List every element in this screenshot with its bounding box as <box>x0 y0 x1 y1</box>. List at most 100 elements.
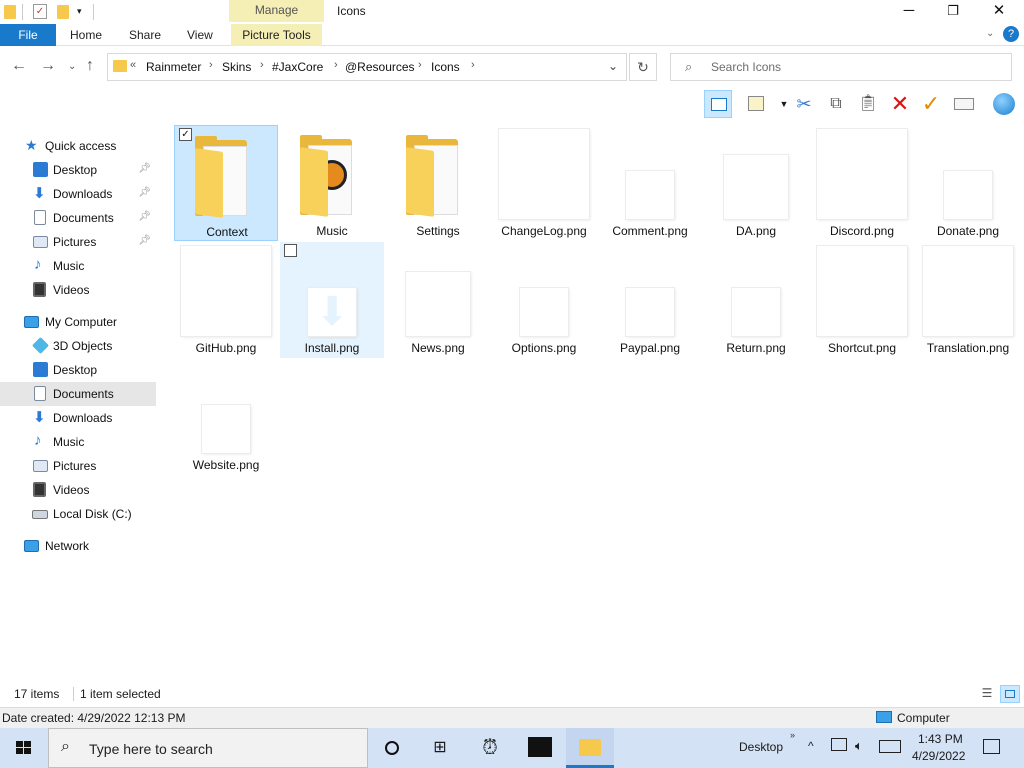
search-input[interactable]: ⌕ Search Icons <box>670 53 1012 81</box>
properties-button[interactable] <box>950 90 978 118</box>
breadcrumb-jaxcore[interactable]: #JaxCore <box>272 60 323 74</box>
help-icon[interactable]: ? <box>1003 26 1019 42</box>
breadcrumb-icons[interactable]: Icons <box>431 60 460 74</box>
view-layout-button[interactable] <box>742 90 770 118</box>
sidebar-item-downloads-pc[interactable]: ⬇ Downloads <box>0 406 156 430</box>
nav-my-computer[interactable]: My Computer <box>0 310 156 334</box>
folder-icon <box>113 60 127 72</box>
breadcrumb-resources[interactable]: @Resources <box>345 60 415 74</box>
nav-quick-access[interactable]: ★ Quick access <box>0 134 156 158</box>
file-tile-comment[interactable]: Comment.png <box>598 125 702 241</box>
maximize-button[interactable]: ❐ <box>930 0 976 24</box>
selection-checkbox[interactable] <box>284 244 297 257</box>
sidebar-item-videos-pc[interactable]: Videos <box>0 478 156 502</box>
details-view-icon[interactable]: ☰ <box>978 686 996 702</box>
clock-date[interactable]: 4/29/2022 <box>912 749 965 763</box>
properties-icon <box>954 98 974 110</box>
alarm-clock-icon[interactable]: ⏰︎ <box>466 728 514 768</box>
paste-icon[interactable]: 📋︎ <box>854 90 882 118</box>
address-dropdown-icon[interactable]: ⌄ <box>608 59 618 73</box>
file-tile-changelog[interactable]: ChangeLog.png <box>492 125 596 241</box>
file-tile-options[interactable]: Options.png <box>492 242 596 358</box>
breadcrumb-separator-icon[interactable]: › <box>471 59 475 71</box>
tab-view[interactable]: View <box>187 24 213 46</box>
nav-label: Downloads <box>53 187 113 201</box>
file-tile-return[interactable]: Return.png <box>704 242 808 358</box>
file-tile-donate[interactable]: Donate.png <box>916 125 1020 241</box>
minimize-button[interactable]: ─ <box>886 0 932 24</box>
start-button[interactable] <box>0 728 48 768</box>
sidebar-item-documents-pc[interactable]: Documents <box>0 382 156 406</box>
tab-home[interactable]: Home <box>70 24 102 46</box>
sidebar-item-pictures[interactable]: Pictures 📌︎ <box>0 230 156 254</box>
file-tile-translation[interactable]: Translation.png <box>916 242 1020 358</box>
delete-icon[interactable]: ✕ <box>886 90 914 118</box>
tab-picture-tools[interactable]: Picture Tools <box>231 24 322 46</box>
sidebar-item-downloads[interactable]: ⬇ Downloads 📌︎ <box>0 182 156 206</box>
file-tile-shortcut[interactable]: Shortcut.png <box>810 242 914 358</box>
sidebar-item-desktop-pc[interactable]: Desktop <box>0 358 156 382</box>
quick-access-dropdown-icon[interactable]: ▾ <box>77 6 82 17</box>
selection-checkbox[interactable]: ✓ <box>179 128 192 141</box>
desktop-toolbar-label[interactable]: Desktop <box>739 740 783 754</box>
sidebar-item-documents[interactable]: Documents 📌︎ <box>0 206 156 230</box>
file-explorer-taskbar-button[interactable] <box>566 728 614 768</box>
sidebar-item-music-pc[interactable]: ♪ Music <box>0 430 156 454</box>
sidebar-item-desktop[interactable]: Desktop 📌︎ <box>0 158 156 182</box>
file-tile-github[interactable]: GitHub.png <box>174 242 278 358</box>
photos-app-button[interactable] <box>516 728 564 768</box>
tab-file[interactable]: File <box>0 24 56 46</box>
file-tile-news[interactable]: News.png <box>386 242 490 358</box>
cortana-button[interactable] <box>368 728 416 768</box>
cut-icon[interactable]: ✂ <box>790 90 818 118</box>
address-bar[interactable]: « Rainmeter › Skins › #JaxCore › @Resour… <box>107 53 627 81</box>
image-thumbnail <box>202 405 250 453</box>
taskbar-search-input[interactable]: ⌕ Type here to search <box>48 728 368 768</box>
rename-check-icon[interactable]: ✓ <box>917 90 945 118</box>
file-tile-da[interactable]: DA.png <box>704 125 808 241</box>
breadcrumb-rainmeter[interactable]: Rainmeter <box>146 60 201 74</box>
network-icon[interactable] <box>831 738 847 751</box>
properties-icon[interactable]: ✓ <box>33 4 47 19</box>
file-tile-website[interactable]: Website.png <box>174 359 278 475</box>
notification-center-icon[interactable] <box>983 739 1000 754</box>
new-folder-icon[interactable] <box>57 5 69 19</box>
close-button[interactable]: ✕ <box>976 0 1022 24</box>
back-arrow-icon[interactable]: ← <box>11 57 27 75</box>
forward-arrow-icon[interactable]: → <box>40 57 56 75</box>
overflow-chevron-icon[interactable]: « <box>130 59 136 71</box>
preview-pane-button[interactable] <box>704 90 732 118</box>
breadcrumb-separator-icon[interactable]: › <box>418 59 422 71</box>
nav-network[interactable]: Network <box>0 534 156 558</box>
refresh-button[interactable]: ↻ <box>629 53 657 81</box>
large-icons-view-button[interactable] <box>1000 685 1020 703</box>
tab-share[interactable]: Share <box>129 24 161 46</box>
show-hidden-icons-icon[interactable]: ^ <box>808 739 814 753</box>
breadcrumb-separator-icon[interactable]: › <box>334 59 338 71</box>
up-arrow-icon[interactable]: ↑ <box>86 57 94 75</box>
breadcrumb-separator-icon[interactable]: › <box>209 59 213 71</box>
sidebar-item-local-disk[interactable]: Local Disk (C:) <box>0 502 156 526</box>
file-tile-discord[interactable]: Discord.png <box>810 125 914 241</box>
file-tile-context[interactable]: ✓ Context <box>174 125 278 241</box>
recent-locations-icon[interactable]: ⌄ <box>68 61 76 72</box>
file-tile-music[interactable]: Music <box>280 125 384 241</box>
sidebar-item-videos[interactable]: Videos <box>0 278 156 302</box>
file-tile-settings[interactable]: Settings <box>386 125 490 241</box>
task-view-icon[interactable]: ⊞ <box>416 728 464 768</box>
expand-ribbon-icon[interactable]: ⌄ <box>986 28 994 39</box>
sidebar-item-3d-objects[interactable]: 3D Objects <box>0 334 156 358</box>
breadcrumb-separator-icon[interactable]: › <box>260 59 264 71</box>
globe-icon[interactable] <box>990 90 1018 118</box>
keyboard-icon[interactable] <box>879 740 901 753</box>
sidebar-item-music[interactable]: ♪ Music <box>0 254 156 278</box>
volume-muted-icon[interactable]: 🔈︎ <box>855 738 863 754</box>
toolbar-overflow-icon[interactable]: » <box>790 730 795 740</box>
breadcrumb-skins[interactable]: Skins <box>222 60 251 74</box>
copy-icon[interactable]: ⧉ <box>822 90 850 118</box>
clock-time[interactable]: 1:43 PM <box>918 732 963 746</box>
file-tile-install[interactable]: ⬇ Install.png <box>280 242 384 358</box>
sidebar-item-pictures-pc[interactable]: Pictures <box>0 454 156 478</box>
file-tile-paypal[interactable]: Paypal.png <box>598 242 702 358</box>
manage-tab[interactable]: Manage <box>229 0 324 22</box>
